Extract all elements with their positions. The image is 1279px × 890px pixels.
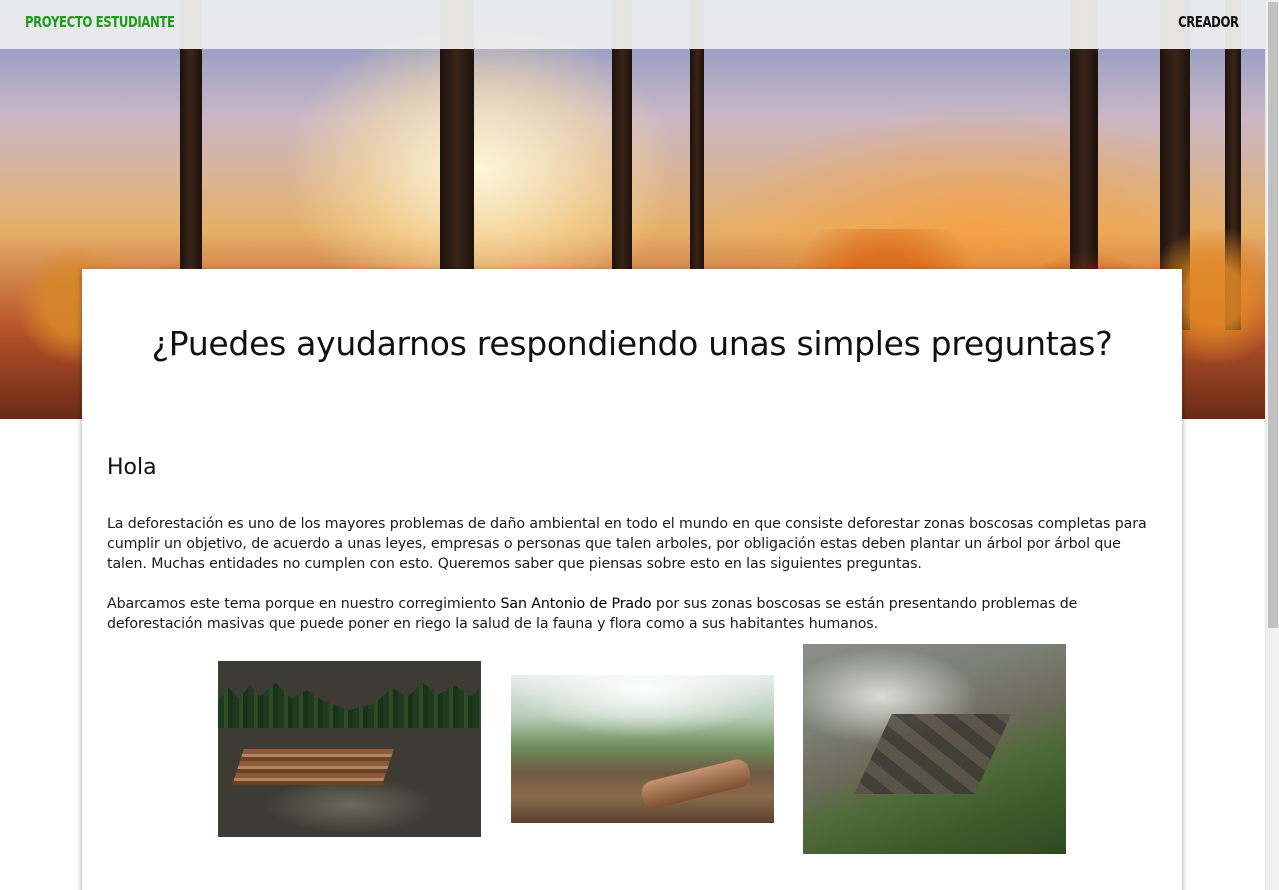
scrollbar-thumb[interactable] [1268, 2, 1278, 628]
cleared-jungle-photo [511, 675, 774, 823]
place-name: San Antonio de Prado [500, 596, 652, 612]
creador-nav-link[interactable]: CREADOR [1178, 13, 1239, 31]
treeline [218, 683, 481, 728]
page-scrollbar[interactable] [1265, 0, 1279, 890]
top-navbar: PROYECTO ESTUDIANTE CREADOR [0, 0, 1265, 49]
aerial-deforestation-photo [803, 644, 1066, 854]
greeting-heading: Hola [107, 455, 157, 480]
reason-paragraph: Abarcamos este tema porque en nuestro co… [107, 594, 1157, 634]
reason-text-start: Abarcamos este tema porque en nuestro co… [107, 596, 501, 612]
fallen-log [639, 757, 753, 811]
intro-paragraph: La deforestación es uno de los mayores p… [107, 516, 1147, 572]
brand-link[interactable]: PROYECTO ESTUDIANTE [25, 13, 175, 31]
deforestation-logs-photo [218, 661, 481, 837]
page-title: ¿Puedes ayudarnos respondiendo unas simp… [151, 324, 1113, 363]
cleared-plots [854, 714, 1012, 794]
content-card: ¿Puedes ayudarnos respondiendo unas simp… [82, 269, 1182, 890]
log-pile [232, 749, 394, 785]
